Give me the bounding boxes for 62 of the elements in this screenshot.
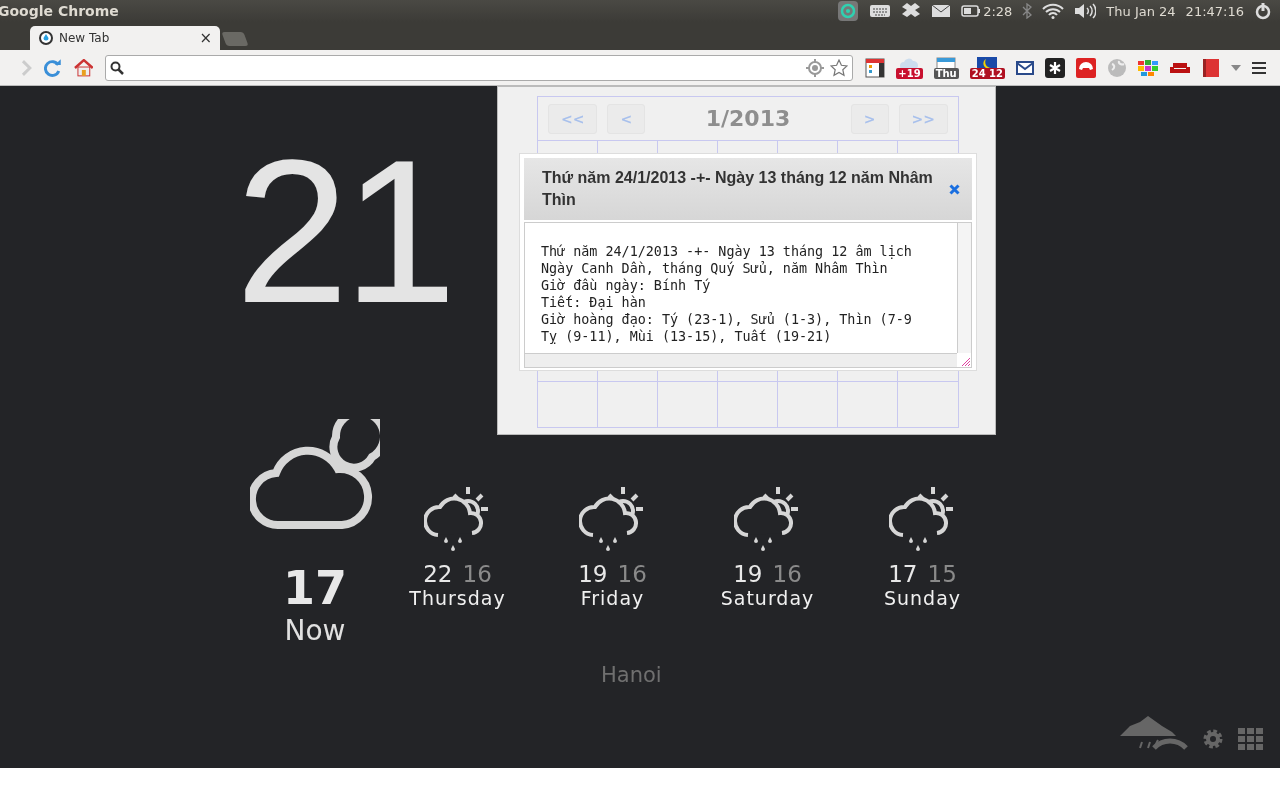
extension-button[interactable]: 24 12 [969,56,1005,79]
settings-icon[interactable] [1202,728,1224,750]
high-temperature: 17 [888,561,918,587]
battery-icon[interactable] [961,5,982,17]
power-icon[interactable] [1254,2,1272,20]
low-temperature: 15 [927,561,957,587]
vertical-scrollbar[interactable] [957,223,971,353]
star-icon[interactable] [830,58,849,77]
badge: +19 [896,67,923,79]
envelope-icon[interactable] [1016,60,1034,75]
month-title: 1/2013 [704,106,792,131]
location-icon[interactable] [806,58,825,77]
list-icon[interactable] [865,57,886,78]
asterisk-icon[interactable] [1045,57,1065,78]
sofa-icon[interactable] [1169,60,1191,75]
date-text[interactable]: Thu Jan 24 [1106,3,1176,19]
wifi-icon[interactable] [1042,3,1065,19]
now-label: Now [284,613,346,648]
high-temperature: 19 [733,561,763,587]
badge: 24 12 [969,67,1005,79]
close-icon[interactable] [949,183,960,195]
mail-icon[interactable] [931,4,952,18]
extension-button[interactable]: Thu [933,56,959,79]
high-temperature: 22 [423,561,453,587]
resize-grip-icon[interactable] [960,356,970,366]
horizontal-scrollbar[interactable] [525,353,957,367]
caret-icon[interactable] [1231,64,1241,71]
badge: Thu [933,67,959,79]
city-name: Hanoi [601,663,662,688]
day-name: Saturday [720,587,815,609]
reload-icon[interactable] [43,58,62,77]
apps-grid-icon[interactable] [1238,728,1264,750]
low-temperature: 16 [772,561,802,587]
phone-icon[interactable] [1076,57,1096,78]
menu-icon[interactable] [1252,61,1266,74]
day-name: Friday [580,587,645,609]
address-bar[interactable] [105,54,854,81]
book-icon[interactable] [1202,57,1220,78]
tiles-icon[interactable] [1138,58,1158,77]
tab-close[interactable]: × [199,29,212,47]
browser-tab[interactable]: New Tab × [30,26,220,50]
dialog-title: Thứ năm 24/1/2013 -+- Ngày 13 tháng 12 năm Nhâm Thìn [542,168,934,210]
target-icon[interactable] [837,0,860,22]
day-name: Thursday [409,587,506,609]
volume-icon[interactable] [1074,3,1097,19]
clock-text[interactable]: 21:47:16 [1185,3,1244,19]
cloud-moon-icon [250,419,380,531]
search-icon [110,60,125,75]
clock-hours: 21 [235,128,452,333]
low-temperature: 16 [617,561,647,587]
extension-button[interactable]: +19 [896,56,923,79]
high-temperature: 19 [578,561,608,587]
keyboard-icon[interactable] [869,4,892,18]
tab-title: New Tab [59,31,110,45]
calendar-icon [936,56,957,71]
bluetooth-icon[interactable] [1022,3,1033,19]
current-temperature: 17 [283,563,347,614]
home-icon[interactable] [73,58,94,77]
day-name: Sunday [883,587,962,609]
low-temperature: 16 [462,561,492,587]
drop-icon [38,30,54,46]
battery-time: 2:28 [983,3,1013,19]
